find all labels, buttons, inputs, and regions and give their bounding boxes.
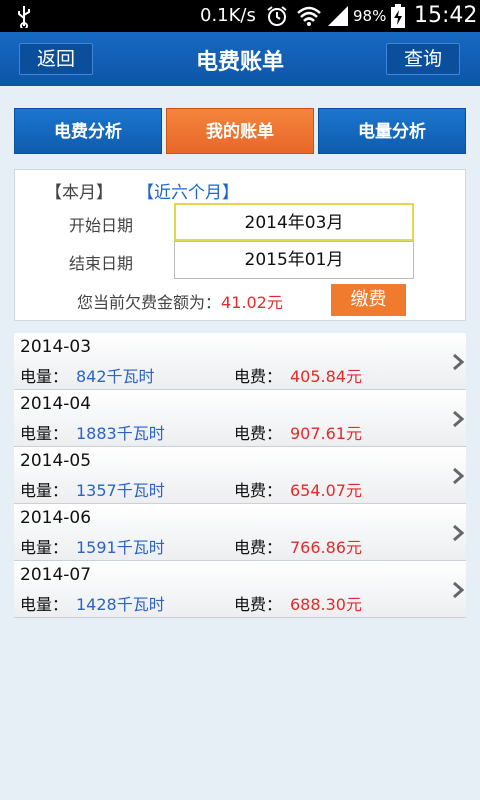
fee-value: 405.84元 (290, 367, 362, 386)
alarm-icon (267, 6, 287, 26)
bill-month: 2014-04 (20, 394, 92, 414)
start-date-field[interactable]: 2014年03月 (174, 203, 414, 241)
fee-value: 688.30元 (290, 595, 362, 614)
fee-label: 电费： (234, 481, 283, 500)
tab-usage-analysis[interactable]: 电量分析 (318, 108, 466, 154)
list-item[interactable]: 2014-07 电量： 1428千瓦时 电费： 688.30元 (14, 561, 466, 618)
six-months-link[interactable]: 【近六个月】 (137, 178, 239, 203)
list-item[interactable]: 2014-05 电量： 1357千瓦时 电费： 654.07元 (14, 447, 466, 504)
usage-label: 电量： (20, 367, 69, 386)
current-month-link[interactable]: 【本月】 (45, 178, 113, 203)
start-date-label: 开始日期 (69, 216, 134, 235)
bill-list: 2014-03 电量： 842千瓦时 电费： 405.84元 2014-04 电… (14, 333, 466, 618)
bill-month: 2014-06 (20, 508, 92, 528)
app-header: 返回 电费账单 查询 (0, 32, 480, 86)
chevron-right-icon (453, 581, 464, 599)
usb-icon (18, 6, 30, 28)
signal-icon (328, 6, 348, 26)
bill-month: 2014-07 (20, 565, 92, 585)
usage-label: 电量： (20, 595, 69, 614)
chevron-right-icon (453, 524, 464, 542)
fee-value: 907.61元 (290, 424, 362, 443)
bill-month: 2014-03 (20, 337, 92, 357)
pay-button[interactable]: 缴费 (331, 284, 406, 316)
debt-info: 您当前欠费金额为：41.02元 (77, 289, 283, 313)
usage-value: 1591千瓦时 (76, 538, 165, 557)
query-button[interactable]: 查询 (386, 43, 460, 75)
wifi-icon (297, 6, 321, 26)
fee-label: 电费： (234, 424, 283, 443)
fee-label: 电费： (234, 367, 283, 386)
fee-label: 电费： (234, 538, 283, 557)
back-button[interactable]: 返回 (19, 43, 93, 75)
page-title: 电费账单 (195, 50, 284, 75)
list-item[interactable]: 2014-03 电量： 842千瓦时 电费： 405.84元 (14, 333, 466, 390)
tab-my-bill[interactable]: 我的账单 (166, 108, 314, 154)
usage-value: 842千瓦时 (76, 367, 155, 386)
debt-amount: 41.02元 (221, 293, 283, 312)
bill-month: 2014-05 (20, 451, 92, 471)
network-speed: 0.1K/s (200, 5, 256, 26)
usage-value: 1357千瓦时 (76, 481, 165, 500)
usage-value: 1428千瓦时 (76, 595, 165, 614)
tab-fee-analysis[interactable]: 电费分析 (14, 108, 162, 154)
chevron-right-icon (453, 353, 464, 371)
chevron-right-icon (453, 410, 464, 428)
fee-value: 766.86元 (290, 538, 362, 557)
battery-charging-icon (391, 4, 405, 28)
fee-label: 电费： (234, 595, 283, 614)
end-date-field[interactable]: 2015年01月 (174, 241, 414, 279)
usage-label: 电量： (20, 538, 69, 557)
date-filter-panel: 【本月】 【近六个月】 开始日期 2014年03月 结束日期 2015年01月 … (14, 169, 466, 321)
fee-value: 654.07元 (290, 481, 362, 500)
battery-percent: 98% (353, 7, 387, 25)
usage-label: 电量： (20, 481, 69, 500)
usage-value: 1883千瓦时 (76, 424, 165, 443)
chevron-right-icon (453, 467, 464, 485)
usage-label: 电量： (20, 424, 69, 443)
clock: 15:42 (414, 3, 478, 28)
status-bar: 0.1K/s 98% 15:42 (0, 0, 480, 32)
list-item[interactable]: 2014-06 电量： 1591千瓦时 电费： 766.86元 (14, 504, 466, 561)
end-date-label: 结束日期 (69, 254, 134, 273)
list-item[interactable]: 2014-04 电量： 1883千瓦时 电费： 907.61元 (14, 390, 466, 447)
debt-label: 您当前欠费金额为： (77, 293, 222, 312)
